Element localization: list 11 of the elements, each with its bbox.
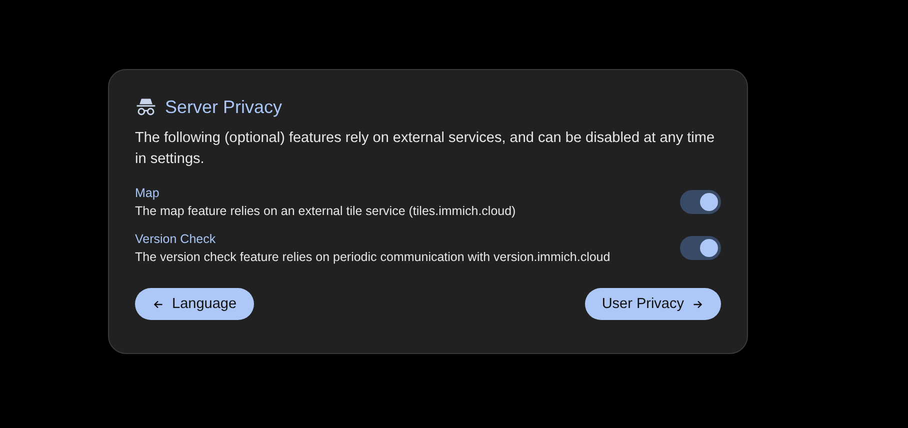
toggle-switch[interactable]: [680, 236, 721, 260]
description-text: The following (optional) features rely on external services, and can be disabled at any time in settings.: [135, 129, 716, 169]
next-button[interactable]: User Privacy: [584, 288, 721, 320]
incognito-icon: [135, 96, 157, 118]
setting-label: Version Check: [135, 231, 217, 248]
toggle-switch[interactable]: [680, 190, 721, 214]
setting-description: The map feature relies on an external tile service (tiles.immich.cloud): [135, 203, 516, 220]
setting-label: Map: [135, 185, 160, 202]
back-button[interactable]: Language: [135, 288, 254, 320]
card-title: Server Privacy: [165, 96, 282, 118]
setting-description: The version check feature relies on periodic communication with version.immich.cloud: [135, 249, 610, 266]
